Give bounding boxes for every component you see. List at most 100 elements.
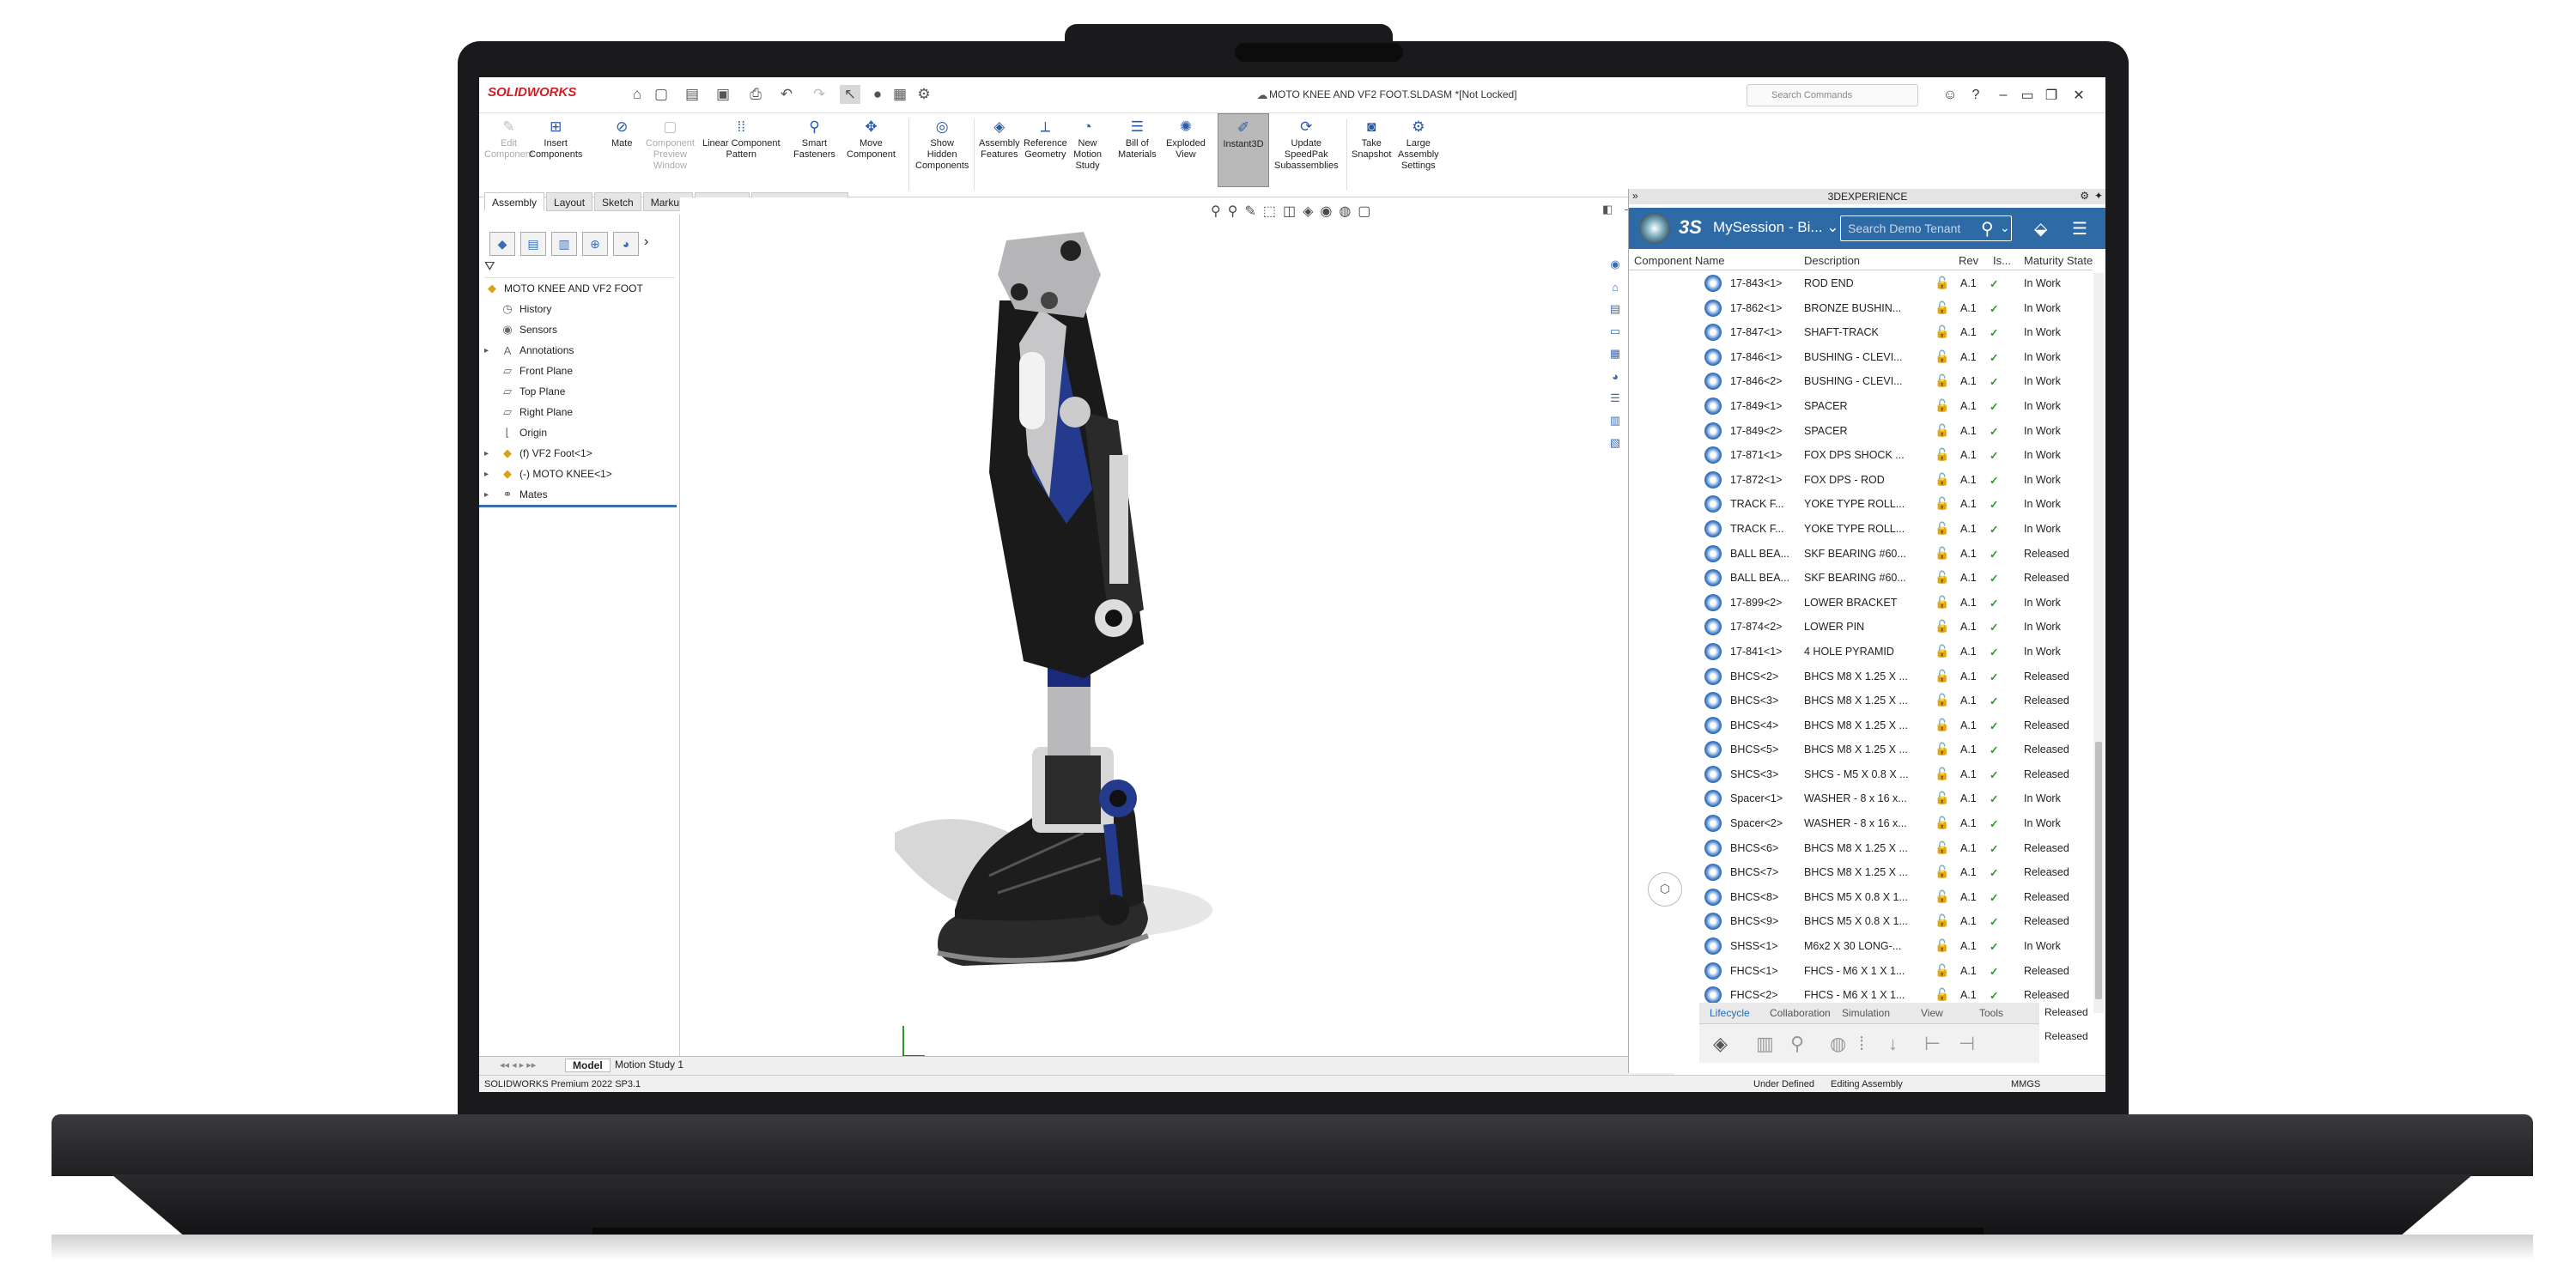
table-row[interactable]: 17-843<1> ROD END 🔓 A.1 ✓ In Work [1629, 271, 2093, 296]
close-icon[interactable]: ✕ [2068, 84, 2090, 106]
table-row[interactable]: BHCS<4> BHCS M8 X 1.25 X ... 🔓 A.1 ✓ Released [1629, 713, 2093, 738]
compass-icon[interactable] [1639, 213, 1670, 244]
unlock-icon[interactable]: 🔓 [1935, 816, 1949, 830]
linear-pattern-button[interactable]: ⁞⁞ Linear Component Pattern [702, 117, 781, 161]
column-header-maturity[interactable]: Maturity State [2024, 251, 2093, 270]
column-header-name[interactable]: Component Name [1634, 251, 1725, 270]
unlock-icon[interactable]: 🔓 [1935, 865, 1949, 879]
user-icon[interactable]: ☺ [1939, 84, 1961, 106]
unlock-icon[interactable]: 🔓 [1935, 913, 1949, 928]
save-icon[interactable]: ▣ [713, 85, 733, 104]
move-component-button[interactable]: ✥ Move Component [847, 117, 896, 161]
table-row[interactable]: Spacer<2> WASHER - 8 x 16 x... 🔓 A.1 ✓ In Wor… [1629, 811, 2093, 836]
tree-item-origin[interactable]: ⌊ Origin [479, 422, 680, 443]
lock-search-icon[interactable]: ⚲ [1790, 1033, 1804, 1055]
unlock-icon[interactable]: 🔓 [1935, 398, 1949, 413]
redo-icon[interactable]: ↷ [809, 85, 829, 104]
tab-scroll-arrows[interactable]: ◂◂ ◂ ▸ ▸▸ [500, 1059, 536, 1071]
compare-icon[interactable]: ⊣ [1959, 1033, 1975, 1055]
solidworks-resources-icon[interactable]: ▧ [1607, 434, 1623, 452]
expand-arrow-icon[interactable]: ▸ [484, 470, 489, 479]
unlock-icon[interactable]: 🔓 [1935, 987, 1949, 1002]
tree-item-mates[interactable]: ▸ ⚭ Mates [479, 484, 680, 505]
expand-arrow-icon[interactable]: ▸ [484, 449, 489, 458]
tile-icon[interactable]: ▭ [2016, 84, 2038, 106]
large-assembly-settings-button[interactable]: ⚙ Large Assembly Settings [1398, 117, 1439, 172]
chevron-down-icon[interactable]: ⌄ [2000, 221, 2010, 235]
unlock-icon[interactable]: 🔓 [1935, 595, 1949, 610]
property-manager-tab-icon[interactable]: ▤ [520, 232, 546, 256]
table-row[interactable]: 17-862<1> BRONZE BUSHIN... 🔓 A.1 ✓ In Work [1629, 296, 2093, 321]
update-speedpak-button[interactable]: ⟳ Update SpeedPak Subassemblies [1274, 117, 1339, 172]
dimxpert-tab-icon[interactable]: ⊕ [582, 232, 608, 256]
tag-icon[interactable]: ⬙ [2034, 218, 2047, 240]
restore-icon[interactable]: ❐ [2040, 84, 2063, 106]
column-header-rev[interactable]: Rev [1959, 251, 1978, 270]
tab-motion-study-1[interactable]: Motion Study 1 [608, 1059, 690, 1072]
unlock-icon[interactable]: 🔓 [1935, 521, 1949, 536]
tree-item-sensors[interactable]: ◉ Sensors [479, 319, 680, 340]
file-properties-icon[interactable]: ▦ [890, 85, 910, 104]
table-row[interactable]: 17-874<2> LOWER PIN 🔓 A.1 ✓ In Work [1629, 615, 2093, 640]
gear-icon[interactable]: ⚙ [2080, 190, 2089, 202]
table-row[interactable]: SHSS<1> M6x2 X 30 LONG-... 🔓 A.1 ✓ In Work [1629, 934, 2093, 959]
unlock-icon[interactable]: 🔓 [1935, 447, 1949, 462]
design-library-icon[interactable]: ▤ [1607, 300, 1623, 318]
display-manager-tab-icon[interactable]: ◕ [613, 232, 639, 256]
bill-of-materials-button[interactable]: ☰ Bill of Materials [1118, 117, 1157, 161]
undo-icon[interactable]: ↶ [776, 85, 797, 104]
session-selector[interactable]: MySession - Bi... ⌄ [1713, 219, 1839, 236]
table-row[interactable]: Spacer<1> WASHER - 8 x 16 x... 🔓 A.1 ✓ In Wor… [1629, 786, 2093, 811]
menu-icon[interactable]: ☰ [2072, 218, 2087, 240]
reserve-icon[interactable]: ▥ [1756, 1033, 1774, 1055]
maturity-icon[interactable]: ↓ [1888, 1033, 1898, 1055]
table-row[interactable]: 17-841<1> 4 HOLE PYRAMID 🔓 A.1 ✓ In Work [1629, 640, 2093, 664]
tab-tools[interactable]: Tools [1979, 1007, 2003, 1019]
scrollbar-thumb[interactable] [2095, 742, 2102, 999]
feature-tree-tab-icon[interactable]: ◆ [489, 232, 515, 256]
pin-icon[interactable]: ✦ [2094, 190, 2103, 202]
units-selector[interactable]: MMGS [2011, 1079, 2040, 1089]
unlock-icon[interactable]: 🔓 [1935, 767, 1949, 781]
table-row[interactable]: BHCS<5> BHCS M8 X 1.25 X ... 🔓 A.1 ✓ Released [1629, 737, 2093, 762]
unlock-icon[interactable]: 🔓 [1935, 300, 1949, 315]
table-row[interactable]: BHCS<7> BHCS M8 X 1.25 X ... 🔓 A.1 ✓ Released [1629, 860, 2093, 885]
unlock-icon[interactable]: 🔓 [1935, 742, 1949, 756]
tree-item-moto-knee[interactable]: ▸ ◆ (-) MOTO KNEE<1> [479, 464, 680, 484]
table-scrollbar[interactable] [2093, 273, 2104, 1013]
table-row[interactable]: 17-899<2> LOWER BRACKET 🔓 A.1 ✓ In Work [1629, 591, 2093, 616]
insert-components-button[interactable]: ⊞ Insert Components [529, 117, 582, 161]
table-row[interactable]: 17-871<1> FOX DPS SHOCK ... 🔓 A.1 ✓ In Work [1629, 443, 2093, 468]
tree-root[interactable]: ◆ MOTO KNEE AND VF2 FOOT [479, 278, 680, 299]
expand-arrow-icon[interactable]: ▸ [484, 346, 489, 355]
table-row[interactable]: BALL BEA... SKF BEARING #60... 🔓 A.1 ✓ Releas… [1629, 566, 2093, 591]
graphics-viewport[interactable]: ⚲⚲✎⬚◫◈◉◍▢ ◧ – ❐ ✕ [680, 197, 1676, 1064]
custom-properties-icon[interactable]: ☰ [1607, 390, 1623, 407]
tree-item-vf2-foot[interactable]: ▸ ◆ (f) VF2 Foot<1> [479, 443, 680, 464]
unlock-icon[interactable]: 🔓 [1935, 718, 1949, 732]
unlock-icon[interactable]: 🔓 [1935, 349, 1949, 364]
table-row[interactable]: BALL BEA... SKF BEARING #60... 🔓 A.1 ✓ Releas… [1629, 542, 2093, 567]
forum-icon[interactable]: ▥ [1607, 412, 1623, 429]
table-row[interactable]: BHCS<2> BHCS M8 X 1.25 X ... 🔓 A.1 ✓ Released [1629, 664, 2093, 689]
revision-icon[interactable]: ⁞ [1859, 1033, 1864, 1055]
component-cube-icon[interactable]: ⬡ [1648, 872, 1682, 907]
minimize-icon[interactable]: – [1992, 84, 2014, 106]
tree-item-annotations[interactable]: ▸ A Annotations [479, 340, 680, 361]
3dexperience-icon[interactable]: ◉ [1607, 256, 1623, 273]
unlock-icon[interactable]: 🔓 [1935, 570, 1949, 585]
unlock-icon[interactable]: 🔓 [1935, 619, 1949, 634]
mate-button[interactable]: ⊘ Mate [611, 117, 632, 149]
tree-item-history[interactable]: ◷ History [479, 299, 680, 319]
unreserve-icon[interactable]: ◍ [1830, 1033, 1846, 1055]
component-preview-button[interactable]: ▢ Component Preview Window [646, 117, 695, 172]
assembly-features-button[interactable]: ◈ Assembly Features [979, 117, 1020, 161]
tree-item-right-plane[interactable]: ▱ Right Plane [479, 402, 680, 422]
filter-icon[interactable]: ⛛ [484, 259, 675, 278]
unlock-icon[interactable]: 🔓 [1935, 889, 1949, 904]
table-row[interactable]: 17-849<2> SPACER 🔓 A.1 ✓ In Work [1629, 419, 2093, 444]
exploded-view-button[interactable]: ✺ Exploded View [1166, 117, 1206, 161]
solidworks-logo[interactable]: SOLIDWORKS [488, 85, 576, 100]
smart-fasteners-button[interactable]: ⚲ Smart Fasteners [793, 117, 835, 161]
appearances-icon[interactable]: ◕ [1607, 367, 1623, 385]
